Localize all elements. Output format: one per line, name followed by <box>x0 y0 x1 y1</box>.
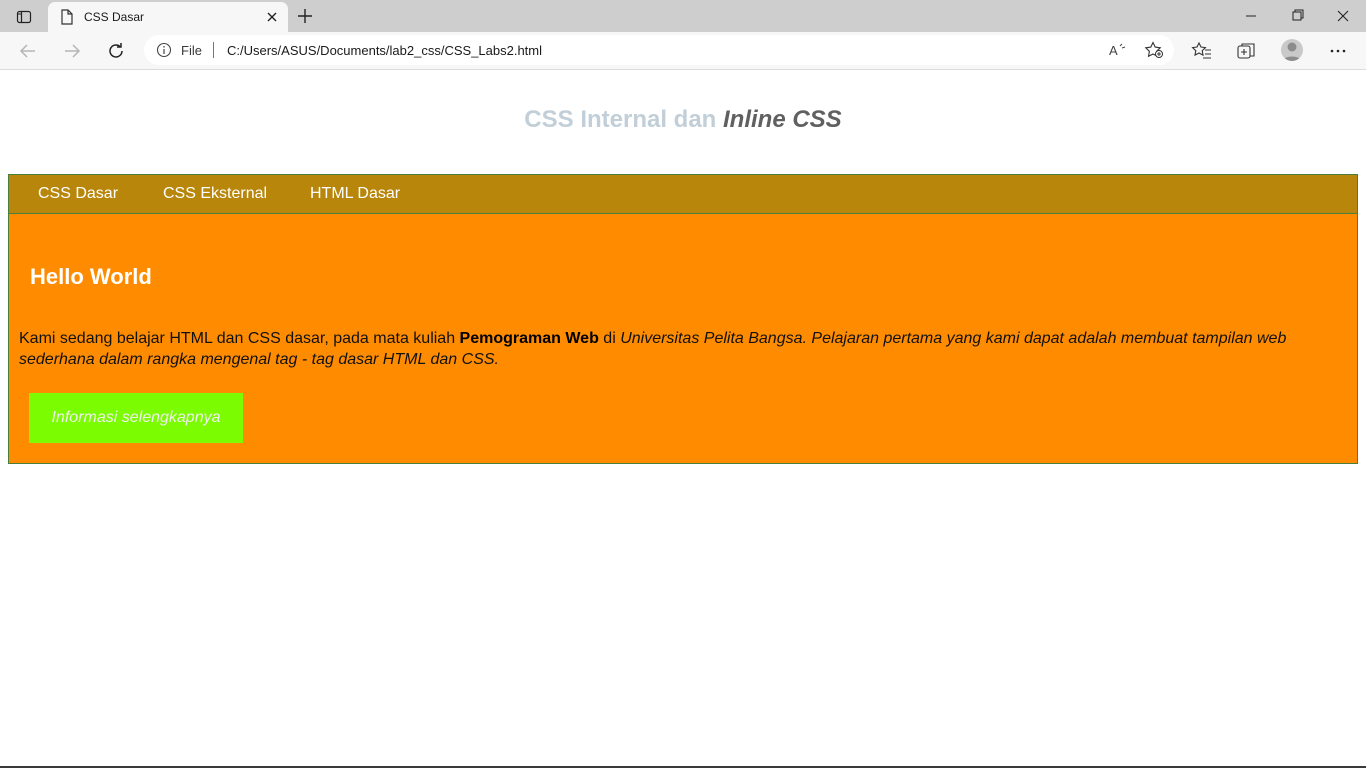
add-favorite-icon[interactable] <box>1144 41 1164 64</box>
address-bar[interactable]: File C:/Users/ASUS/Documents/lab2_css/CS… <box>144 35 1174 65</box>
favorites-icon[interactable] <box>1191 40 1213 62</box>
file-label: File <box>181 43 202 58</box>
address-separator <box>213 42 214 58</box>
minimize-icon[interactable] <box>1239 6 1263 26</box>
collections-icon[interactable] <box>1235 40 1257 62</box>
refresh-icon[interactable] <box>105 40 127 62</box>
info-icon[interactable] <box>156 42 172 63</box>
browser-tab-bar: CSS Dasar <box>0 0 1366 32</box>
restore-icon[interactable] <box>1285 6 1309 26</box>
close-tab-icon[interactable] <box>264 9 280 25</box>
content-heading: Hello World <box>30 264 152 289</box>
active-tab[interactable]: CSS Dasar <box>48 2 288 32</box>
profile-avatar[interactable] <box>1281 39 1303 61</box>
top-navbar: CSS Dasar CSS Eksternal HTML Dasar <box>8 174 1358 214</box>
browser-toolbar: File C:/Users/ASUS/Documents/lab2_css/CS… <box>0 32 1366 70</box>
page-title-inline: Inline CSS <box>723 106 842 133</box>
page-title: CSS Internal dan Inline CSS <box>0 106 1366 134</box>
paragraph-text-1: Kami sedang belajar HTML dan CSS dasar, … <box>19 330 460 347</box>
more-menu-icon[interactable] <box>1327 40 1349 62</box>
new-tab-icon[interactable] <box>294 5 316 27</box>
nav-link-css-dasar[interactable]: CSS Dasar <box>38 185 118 203</box>
document-icon <box>60 9 74 30</box>
page-title-internal: CSS Internal dan <box>524 106 723 133</box>
forward-arrow-icon[interactable] <box>61 40 83 62</box>
url-text[interactable]: C:/Users/ASUS/Documents/lab2_css/CSS_Lab… <box>227 43 542 58</box>
back-arrow-icon[interactable] <box>17 40 39 62</box>
tab-actions-icon[interactable] <box>10 6 38 28</box>
content-box: Hello World Kami sedang belajar HTML dan… <box>8 213 1358 464</box>
more-info-button[interactable]: Informasi selengkapnya <box>29 393 243 443</box>
paragraph-bold-course: Pemograman Web <box>459 330 599 347</box>
close-window-icon[interactable] <box>1331 6 1355 26</box>
paragraph-text-2: di <box>598 330 621 347</box>
svg-text:A: A <box>1109 43 1118 58</box>
content-paragraph: Kami sedang belajar HTML dan CSS dasar, … <box>19 328 1339 370</box>
tab-title: CSS Dasar <box>84 10 145 24</box>
nav-link-html-dasar[interactable]: HTML Dasar <box>310 185 400 203</box>
nav-link-css-eksternal[interactable]: CSS Eksternal <box>163 185 267 203</box>
read-aloud-icon[interactable]: A <box>1108 42 1128 63</box>
